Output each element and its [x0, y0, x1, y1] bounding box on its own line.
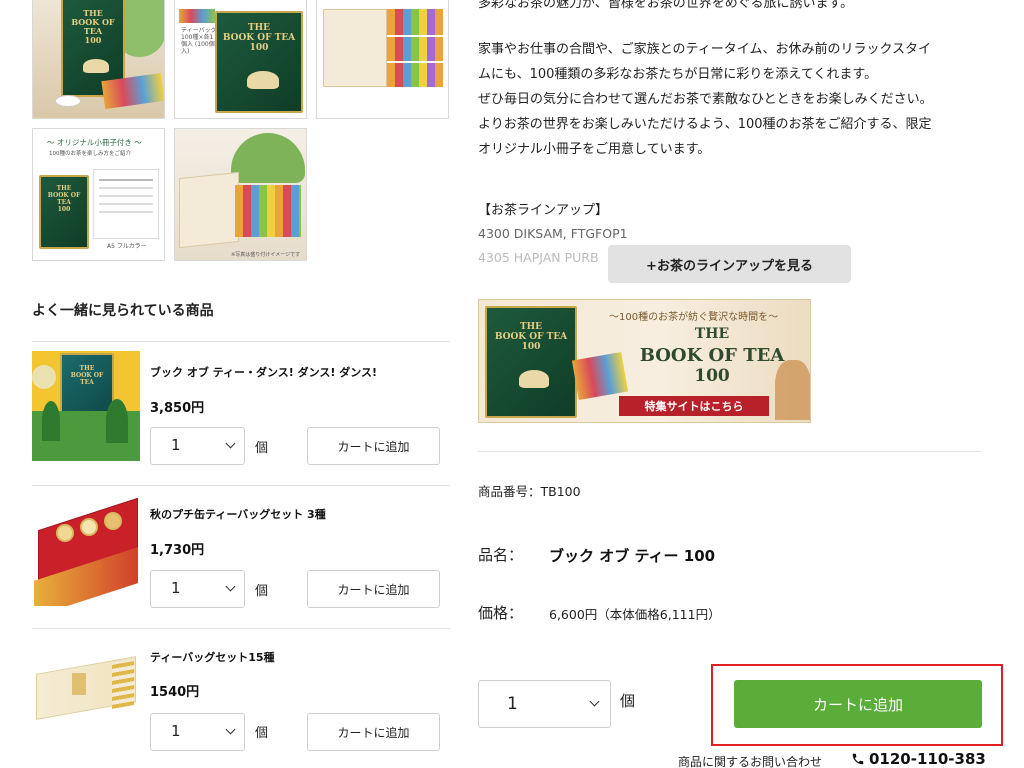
description-line-3: ムにも、100種類の多彩なお茶たちが日常に彩りを添えてくれます。 [478, 67, 878, 82]
related-product-image-3[interactable] [32, 655, 140, 725]
description-line-4: ぜひ毎日の気分に合わせて選んだお茶で素敵なひとときをお楽しみください。 [478, 92, 933, 107]
related-product-price-1: 3,850円 [150, 401, 205, 416]
product-thumbnail-1[interactable]: THE BOOK OF TEA 100 [32, 0, 165, 119]
booklet-size-label: A5 フルカラー [107, 243, 147, 250]
price-label: 価格： [478, 604, 524, 622]
teabag-caption: ティーバッグ 100種×各1個入 (100個入) [181, 27, 217, 55]
show-lineup-button[interactable]: +お茶のラインアップを見る [608, 245, 851, 283]
divider [32, 628, 450, 629]
booklet-thumbnail[interactable]: 〜 オリジナル小冊子付き 〜 100種のお茶を楽しみ方をご紹介 THE BOOK … [32, 128, 165, 261]
description-line-2: 家事やお仕事の合間や、ご家族とのティータイム、お休み前のリラックスタイ [478, 42, 932, 57]
related-product-name-2[interactable]: 秋のプチ缶ティーバッグセット 3種 [150, 506, 326, 522]
related-product-price-2: 1,730円 [150, 543, 205, 558]
add-to-cart-button-1[interactable]: カートに追加 [307, 427, 440, 465]
description-line-5: よりお茶の世界をお楽しみいただけるよう、100種のお茶をご紹介する、限定 [478, 117, 932, 132]
quantity-select-main[interactable]: 1 [478, 680, 611, 728]
quantity-select-3[interactable]: 1 [150, 713, 245, 751]
product-thumbnail-5[interactable]: ※写真は盛り付けイメージです [174, 128, 307, 261]
add-to-cart-button-2[interactable]: カートに追加 [307, 570, 440, 608]
product-thumbnail-3[interactable] [316, 0, 449, 119]
description-line-6: オリジナル小冊子をご用意しています。 [478, 142, 711, 157]
booklet-caption: 〜 オリジナル小冊子付き 〜 [47, 138, 142, 147]
phone-icon [852, 753, 864, 765]
unit-label: 個 [255, 584, 269, 599]
lineup-item: 4300 DIKSAM, FTGFOP1 [478, 226, 628, 241]
product-sku: 商品番号：TB100 [478, 484, 581, 499]
description-line-1: 多彩なお茶の魅力が、皆様をお茶の世界をめぐる旅に誘います。 [478, 0, 854, 11]
related-product-price-3: 1540円 [150, 685, 200, 700]
add-to-cart-button-3[interactable]: カートに追加 [307, 713, 440, 751]
book-box-image: THE BOOK OF TEA 100 [215, 11, 303, 113]
unit-label: 個 [255, 726, 269, 741]
related-product-image-2[interactable] [32, 494, 140, 606]
product-thumbnail-2[interactable]: ティーバッグ 100種×各1個入 (100個入) THE BOOK OF TEA 1… [174, 0, 307, 119]
booklet-subcaption: 100種のお茶を楽しみ方をご紹介 [49, 151, 131, 157]
quantity-select-2[interactable]: 1 [150, 570, 245, 608]
chevron-down-icon [225, 581, 236, 592]
banner-title: THE BOOK OF TEA 100 [639, 326, 785, 386]
special-site-link[interactable]: 特集サイトはこちら [619, 396, 769, 416]
divider [478, 451, 981, 452]
product-name: ブック オブ ティー 100 [549, 547, 716, 565]
related-products-title: よく一緒に見られている商品 [32, 303, 214, 319]
product-name-label: 品名： [478, 546, 524, 564]
contact-label: 商品に関するお問い合わせ [678, 755, 823, 768]
unit-label: 個 [255, 441, 269, 456]
product-price: 6,600円（本体価格6,111円） [549, 607, 721, 622]
quantity-select-1[interactable]: 1 [150, 427, 245, 465]
divider [32, 341, 450, 342]
related-product-image-1[interactable]: THE BOOK OF TEA [32, 351, 140, 461]
photo-note: ※写真は盛り付けイメージです [231, 252, 301, 258]
special-site-banner[interactable]: THE BOOK OF TEA 100 〜100種のお茶が紡ぐ贅沢な時間を〜 THE… [478, 299, 811, 423]
chevron-down-icon [225, 724, 236, 735]
divider [32, 485, 450, 486]
phone-number[interactable]: 0120-110-383 [869, 750, 986, 768]
unit-label-main: 個 [620, 692, 636, 710]
lineup-item-faded: 4305 HAPJAN PURB [478, 250, 599, 265]
banner-book-image: THE BOOK OF TEA 100 [485, 306, 577, 418]
related-product-name-1[interactable]: ブック オブ ティー・ダンス! ダンス! ダンス! [150, 364, 377, 380]
add-to-cart-button-main[interactable]: カートに追加 [734, 680, 982, 728]
related-product-name-3[interactable]: ティーバッグセット15種 [150, 649, 275, 665]
chevron-down-icon [225, 438, 236, 449]
booklet-cover-image: THE BOOK OF TEA 100 [39, 175, 89, 249]
lineup-heading: 【お茶ラインアップ】 [478, 203, 609, 218]
chevron-down-icon [589, 696, 600, 707]
banner-tagline: 〜100種のお茶が紡ぐ贅沢な時間を〜 [609, 312, 779, 323]
